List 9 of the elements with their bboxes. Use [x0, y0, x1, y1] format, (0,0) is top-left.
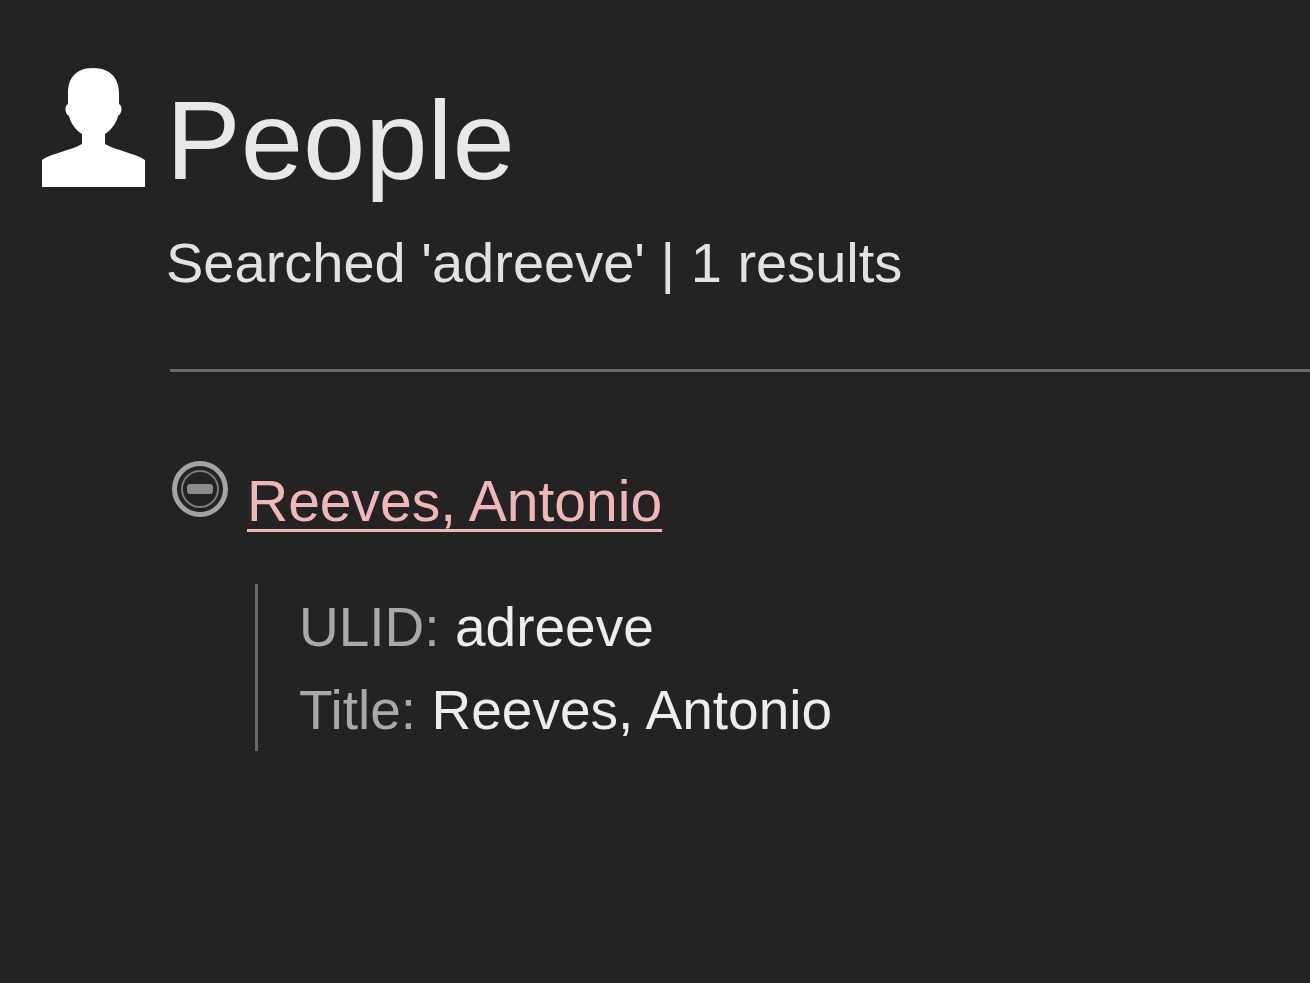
person-link[interactable]: Reeves, Antonio — [247, 467, 663, 536]
search-summary: Searched 'adreeve' | 1 results — [166, 229, 903, 296]
field-value: Reeves, Antonio — [431, 678, 833, 741]
field-label: Title: — [299, 678, 417, 741]
minus-circle-icon — [170, 460, 230, 518]
person-silhouette-icon — [42, 68, 145, 187]
page-title: People — [166, 77, 515, 205]
field-label: ULID: — [299, 596, 440, 659]
field-value: adreeve — [455, 596, 654, 659]
